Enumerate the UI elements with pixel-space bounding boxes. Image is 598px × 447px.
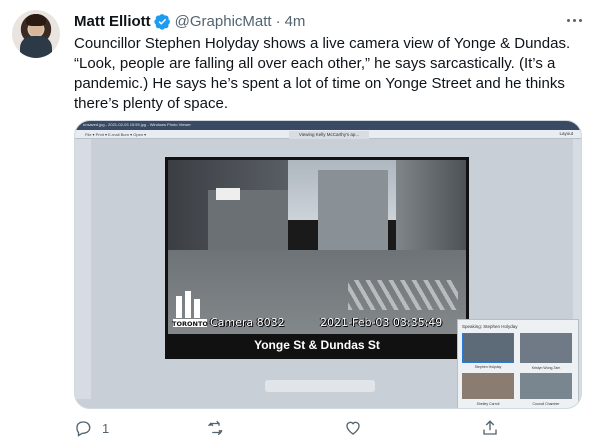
camera-timestamp: 2021-Feb-03 03:35:49	[320, 316, 443, 329]
more-dot-icon	[572, 18, 576, 22]
participants-panel: Speaking: Stephen Holyday Stephen Holyda…	[457, 319, 579, 408]
participant-thumb: Council Chamber	[520, 373, 572, 406]
participant-name: Council Chamber	[532, 402, 560, 406]
participant-thumb: Stephen Holyday	[462, 333, 514, 369]
like-button[interactable]	[344, 416, 372, 440]
header-separator: ·	[275, 12, 281, 30]
toronto-logo-icon: TORONTO	[172, 291, 208, 328]
tweet[interactable]: Matt Elliott @GraphicMatt · 4m Councillo…	[0, 0, 598, 447]
verified-badge-icon	[154, 13, 170, 30]
camera-crosswalk	[348, 280, 458, 310]
camera-view: TORONTO Camera 8032 2021-Feb-03 03:35:49…	[165, 157, 469, 359]
avatar[interactable]	[12, 10, 60, 58]
more-options-button[interactable]	[564, 10, 584, 30]
tweet-header: Matt Elliott @GraphicMatt · 4m	[74, 12, 305, 30]
participant-thumb: Shelley Carroll	[462, 373, 514, 406]
camera-building-mid	[318, 170, 388, 250]
participant-name: Stephen Holyday	[474, 365, 502, 369]
participant-name: Shelley Carroll	[476, 402, 500, 406]
reply-button[interactable]: 1	[74, 416, 109, 440]
participant-name: Kristyn Wong-Tam	[531, 366, 561, 370]
media-playback-bar	[265, 380, 375, 392]
avatar-hair	[26, 14, 46, 26]
more-dot-icon	[566, 18, 570, 22]
tweet-actions: 1	[74, 416, 586, 440]
heart-icon	[346, 421, 360, 435]
share-icon	[483, 420, 497, 435]
media-window-title: unsaved.jpg - 2021-02-03 15:59.jpg - Win…	[83, 122, 191, 127]
camera-scene: TORONTO Camera 8032 2021-Feb-03 03:35:49…	[168, 160, 466, 356]
camera-label: Camera 8032	[210, 316, 285, 329]
author-handle[interactable]: @GraphicMatt	[175, 13, 272, 30]
avatar-body	[20, 36, 52, 58]
media-layout-label: Layout	[559, 131, 573, 136]
speaking-label: Speaking: Stephen Holyday	[462, 324, 518, 329]
media-toolbar-text: File ▾ Print ▾ E-mail Burn ▾ Open ▾	[85, 132, 147, 137]
retweet-icon	[208, 420, 223, 436]
media-left-rail	[75, 139, 91, 399]
participant-thumb: Kristyn Wong-Tam	[520, 333, 572, 370]
tweet-timestamp[interactable]: 4m	[285, 13, 306, 30]
author-name[interactable]: Matt Elliott	[74, 13, 151, 30]
reply-count: 1	[102, 420, 110, 436]
toronto-logo-text: TORONTO	[172, 320, 208, 328]
tweet-text: Councillor Stephen Holyday shows a live …	[74, 35, 571, 112]
retweet-button[interactable]	[207, 416, 235, 440]
more-dot-icon	[578, 18, 582, 22]
tweet-media-image[interactable]: unsaved.jpg - 2021-02-03 15:59.jpg - Win…	[74, 120, 582, 409]
media-viewing-label: Viewing Kelly McCarthy's ap...	[289, 131, 369, 139]
camera-caption: Yonge St & Dundas St	[168, 334, 466, 356]
reply-icon	[76, 421, 91, 437]
media-window-titlebar: unsaved.jpg - 2021-02-03 15:59.jpg - Win…	[75, 121, 581, 130]
store-sign	[216, 188, 240, 200]
share-button[interactable]	[481, 416, 509, 440]
